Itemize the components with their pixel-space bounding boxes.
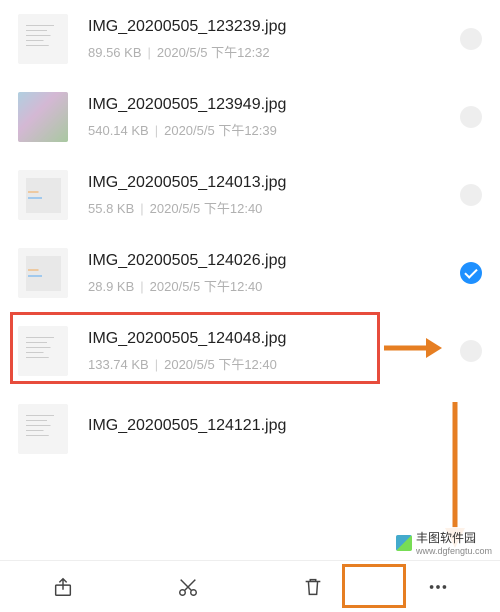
file-size: 540.14 KB [88,123,149,138]
watermark-title: 丰图软件园 [416,531,476,545]
file-size: 55.8 KB [88,201,134,216]
file-size: 28.9 KB [88,279,134,294]
file-name: IMG_20200505_124121.jpg [88,417,482,435]
file-row[interactable]: IMG_20200505_124013.jpg 55.8 KB|2020/5/5… [0,156,500,234]
scissors-icon [177,576,199,598]
select-radio-checked[interactable] [460,262,482,284]
file-row[interactable]: IMG_20200505_123239.jpg 89.56 KB|2020/5/… [0,0,500,78]
select-radio[interactable] [460,184,482,206]
file-name: IMG_20200505_124026.jpg [88,252,450,270]
watermark-url: www.dgfengtu.com [416,546,492,556]
file-thumbnail [18,92,68,142]
file-info: IMG_20200505_124121.jpg [88,417,482,441]
file-name: IMG_20200505_123239.jpg [88,18,450,36]
file-meta: 55.8 KB|2020/5/5 下午12:40 [88,198,450,217]
file-info: IMG_20200505_123239.jpg 89.56 KB|2020/5/… [88,18,450,61]
file-info: IMG_20200505_124048.jpg 133.74 KB|2020/5… [88,330,450,373]
file-thumbnail [18,170,68,220]
trash-icon [302,576,324,598]
file-row[interactable]: IMG_20200505_123949.jpg 540.14 KB|2020/5… [0,78,500,156]
file-date: 2020/5/5 下午12:40 [150,279,263,294]
file-meta: 89.56 KB|2020/5/5 下午12:32 [88,42,450,61]
file-info: IMG_20200505_124026.jpg 28.9 KB|2020/5/5… [88,252,450,295]
file-thumbnail [18,14,68,64]
select-radio[interactable] [460,106,482,128]
delete-button[interactable] [283,567,343,607]
file-row-selected[interactable]: IMG_20200505_124026.jpg 28.9 KB|2020/5/5… [0,234,500,312]
cut-button[interactable] [158,567,218,607]
file-size: 133.74 KB [88,357,149,372]
file-thumbnail [18,326,68,376]
share-button[interactable] [33,567,93,607]
file-row[interactable]: IMG_20200505_124121.jpg [0,390,500,458]
file-meta: 540.14 KB|2020/5/5 下午12:39 [88,120,450,139]
more-icon [427,576,449,598]
file-date: 2020/5/5 下午12:39 [164,123,277,138]
file-date: 2020/5/5 下午12:40 [164,357,277,372]
file-meta: 28.9 KB|2020/5/5 下午12:40 [88,276,450,295]
select-radio[interactable] [460,28,482,50]
watermark: 丰图软件园 www.dgfengtu.com [392,527,496,558]
select-radio[interactable] [460,340,482,362]
watermark-logo-icon [396,535,412,551]
file-info: IMG_20200505_123949.jpg 540.14 KB|2020/5… [88,96,450,139]
file-meta: 133.74 KB|2020/5/5 下午12:40 [88,354,450,373]
file-thumbnail [18,248,68,298]
file-thumbnail [18,404,68,454]
file-date: 2020/5/5 下午12:32 [157,45,270,60]
bottom-toolbar [0,560,500,612]
file-list: IMG_20200505_123239.jpg 89.56 KB|2020/5/… [0,0,500,458]
file-info: IMG_20200505_124013.jpg 55.8 KB|2020/5/5… [88,174,450,217]
more-button[interactable] [408,567,468,607]
file-date: 2020/5/5 下午12:40 [150,201,263,216]
share-icon [52,576,74,598]
file-name: IMG_20200505_124013.jpg [88,174,450,192]
file-row[interactable]: IMG_20200505_124048.jpg 133.74 KB|2020/5… [0,312,500,390]
file-name: IMG_20200505_124048.jpg [88,330,450,348]
file-name: IMG_20200505_123949.jpg [88,96,450,114]
file-size: 89.56 KB [88,45,142,60]
